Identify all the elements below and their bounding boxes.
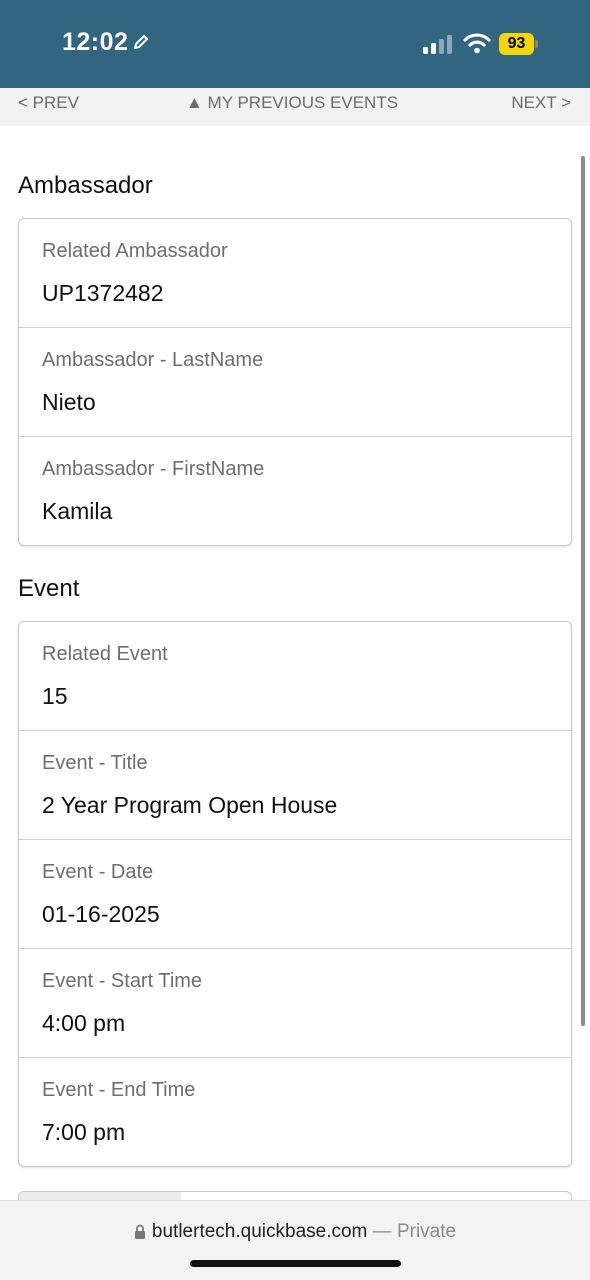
battery-icon: 93 bbox=[499, 33, 538, 55]
scrollbar[interactable] bbox=[581, 156, 585, 1026]
ambassador-card: Related Ambassador UP1372482 Ambassador … bbox=[18, 218, 572, 546]
pencil-icon bbox=[134, 35, 148, 49]
field-label: Event - Start Time bbox=[42, 970, 203, 992]
field-label: Event - Title bbox=[42, 752, 148, 774]
field-related-event: Related Event 15 bbox=[19, 622, 571, 731]
url-display[interactable]: butlertech.quickbase.com — Private bbox=[0, 1221, 590, 1243]
field-value: 2 Year Program Open House bbox=[42, 792, 338, 818]
partial-card bbox=[18, 1191, 572, 1200]
field-event-end-time: Event - End Time 7:00 pm bbox=[19, 1058, 571, 1167]
status-time: 12:02 bbox=[62, 28, 129, 56]
section-title-event: Event bbox=[18, 575, 80, 602]
url-domain: butlertech.quickbase.com bbox=[151, 1221, 368, 1242]
field-value: Nieto bbox=[42, 389, 96, 415]
event-card: Related Event 15 Event - Title 2 Year Pr… bbox=[18, 621, 572, 1167]
field-event-start-time: Event - Start Time 4:00 pm bbox=[19, 949, 571, 1058]
field-label: Event - End Time bbox=[42, 1079, 196, 1101]
field-event-date: Event - Date 01-16-2025 bbox=[19, 840, 571, 949]
field-label: Related Event bbox=[42, 643, 168, 665]
battery-level: 93 bbox=[499, 33, 534, 55]
field-value: 7:00 pm bbox=[42, 1119, 126, 1145]
field-value: Kamila bbox=[42, 498, 113, 524]
section-title-ambassador: Ambassador bbox=[18, 172, 153, 199]
field-label: Related Ambassador bbox=[42, 240, 228, 262]
browser-url-bar[interactable]: butlertech.quickbase.com — Private bbox=[0, 1200, 590, 1280]
field-value[interactable]: UP1372482 bbox=[42, 280, 164, 307]
field-related-ambassador: Related Ambassador UP1372482 bbox=[19, 219, 571, 328]
field-label: Event - Date bbox=[42, 861, 154, 883]
partial-card-header bbox=[19, 1192, 181, 1200]
lock-icon bbox=[134, 1224, 145, 1239]
field-value: 01-16-2025 bbox=[42, 901, 160, 927]
my-previous-events-link[interactable]: ▲ MY PREVIOUS EVENTS bbox=[186, 93, 398, 113]
field-value[interactable]: 15 bbox=[42, 683, 68, 710]
field-ambassador-firstname: Ambassador - FirstName Kamila bbox=[19, 437, 571, 546]
field-ambassador-lastname: Ambassador - LastName Nieto bbox=[19, 328, 571, 437]
status-bar: 12:02 93 bbox=[0, 0, 590, 88]
url-private-label: Private bbox=[396, 1221, 457, 1242]
record-nav-bar: < PREV ▲ MY PREVIOUS EVENTS NEXT > bbox=[0, 88, 590, 126]
prev-button[interactable]: < PREV bbox=[18, 93, 79, 113]
next-button[interactable]: NEXT > bbox=[511, 93, 571, 113]
field-label: Ambassador - FirstName bbox=[42, 458, 265, 480]
url-separator: — bbox=[372, 1221, 392, 1242]
signal-icon bbox=[423, 35, 452, 54]
home-indicator[interactable] bbox=[190, 1260, 401, 1267]
field-label: Ambassador - LastName bbox=[42, 349, 264, 371]
wifi-icon bbox=[463, 33, 491, 54]
field-event-title: Event - Title 2 Year Program Open House bbox=[19, 731, 571, 840]
field-value: 4:00 pm bbox=[42, 1010, 126, 1036]
record-content[interactable]: Ambassador Related Ambassador UP1372482 … bbox=[0, 126, 590, 1200]
